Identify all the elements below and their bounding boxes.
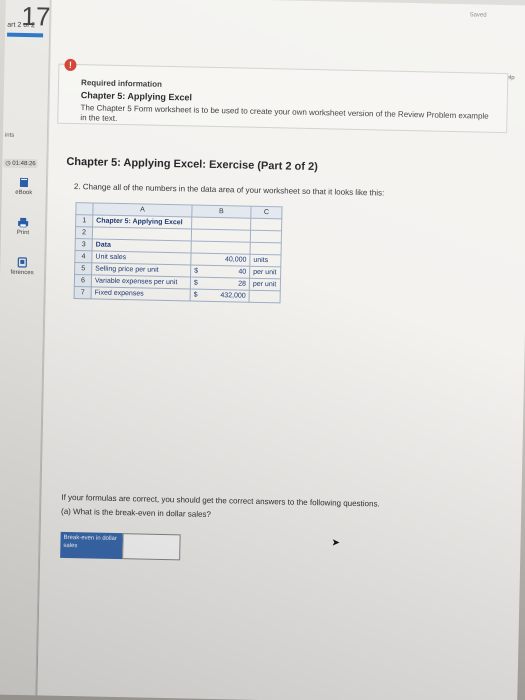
book-icon	[19, 177, 29, 188]
required-info-subtitle: Chapter 5: Applying Excel	[80, 90, 193, 103]
points-label: ints	[4, 132, 15, 139]
currency-symbol: $	[193, 279, 198, 287]
worksheet-table: A B C 1 Chapter 5: Applying Excel 2 3 Data 4 U…	[74, 202, 283, 303]
part-indicator[interactable]: art 2 of 2	[7, 22, 35, 30]
required-info-title: Required information	[80, 78, 163, 89]
cell-b-value: 40,000	[224, 256, 247, 264]
cell-b-value: 432,000	[220, 292, 246, 300]
photo-viewport: 1 7 art 2 of 2 ints ◷ 01:48:26 eBook Prin…	[0, 0, 525, 700]
cell-b-value: 40	[238, 268, 247, 276]
references-button[interactable]: ferences	[4, 257, 40, 277]
required-information-panel: ! Required information Chapter 5: Applyi…	[57, 58, 509, 134]
currency-symbol: $	[194, 267, 199, 275]
row-number: 7	[74, 286, 92, 299]
main-content: Saved Help ! Required information Chapte…	[37, 0, 525, 700]
required-info-text: The Chapter 5 Form worksheet is to be us…	[80, 103, 489, 123]
questions-intro: If your formulas are correct, you should…	[61, 492, 380, 509]
cell-c: per unit	[249, 266, 281, 279]
cell-b: $432,000	[190, 288, 250, 303]
corner-cell	[75, 202, 94, 215]
exercise-instruction: 2. Change all of the numbers in the data…	[73, 182, 385, 198]
alert-icon: !	[64, 58, 77, 72]
references-label: ferences	[10, 269, 34, 277]
currency-symbol: $	[193, 291, 198, 299]
saved-status: Saved	[469, 12, 487, 19]
print-button[interactable]: Print	[5, 217, 41, 237]
references-icon	[17, 257, 27, 268]
clock-icon: ◷	[5, 160, 11, 167]
question-a: (a) What is the break-even in dollar sal…	[61, 506, 212, 519]
print-icon	[18, 217, 29, 228]
print-label: Print	[16, 229, 30, 237]
worksheet-body: 1 Chapter 5: Applying Excel 2 3 Data 4 Unit sa…	[74, 214, 282, 303]
ebook-label: eBook	[15, 189, 33, 197]
cell-b-value: 28	[238, 280, 246, 288]
column-header-c: C	[250, 206, 283, 219]
row-number: 4	[74, 250, 93, 263]
answer-label: Break-even in dollar sales	[60, 531, 123, 560]
row-number: 5	[74, 262, 92, 275]
cell-c: units	[249, 254, 282, 267]
answer-row: Break-even in dollar sales	[60, 531, 181, 561]
cell-c: per unit	[249, 278, 281, 291]
timer: ◷ 01:48:26	[3, 158, 38, 169]
row-number: 2	[75, 226, 93, 239]
mouse-cursor-icon: ➤	[331, 537, 341, 549]
timer-value: 01:48:26	[12, 160, 36, 168]
cell-c	[249, 290, 281, 303]
screen: 1 7 art 2 of 2 ints ◷ 01:48:26 eBook Prin…	[0, 0, 525, 700]
exercise-title: Chapter 5: Applying Excel: Exercise (Par…	[66, 155, 318, 174]
cell-c	[250, 230, 282, 243]
break-even-input[interactable]	[122, 533, 181, 561]
cell-c	[250, 218, 282, 231]
part-progress-bar	[7, 32, 44, 38]
row-number: 3	[75, 238, 93, 251]
row-number: 1	[75, 214, 93, 227]
ebook-button[interactable]: eBook	[6, 177, 42, 197]
row-number: 6	[74, 274, 92, 287]
cell-a: Fixed expenses	[91, 286, 191, 301]
cell-c	[250, 242, 282, 255]
